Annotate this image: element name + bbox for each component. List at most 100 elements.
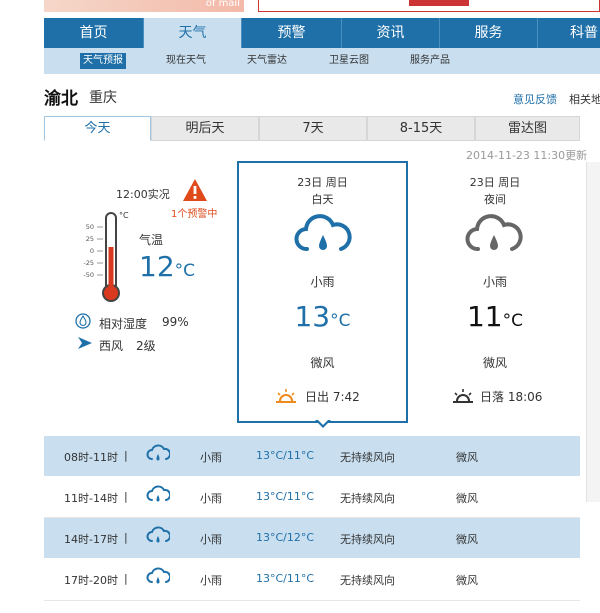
cloud-rain-icon — [146, 567, 170, 584]
sunset-icon — [453, 389, 473, 403]
sunset-time: 日落 18:06 — [480, 390, 543, 404]
ad-text: of mail — [205, 0, 240, 9]
hourly-row: 11时-14时 | 小雨 13°C/11°C 无持续风向 微风 — [44, 477, 580, 517]
humidity-value: 99% — [162, 315, 189, 329]
hourly-wind-level: 微风 — [456, 451, 478, 464]
hourly-separator: | — [124, 572, 128, 585]
hourly-time: 17时-20时 — [64, 574, 118, 587]
night-part-label: 夜间 — [484, 193, 506, 206]
hourly-condition: 小雨 — [200, 492, 222, 505]
day-condition: 小雨 — [310, 275, 335, 289]
hourly-row: 08时-11时 | 小雨 13°C/11°C 无持续风向 微风 — [44, 436, 580, 476]
sunrise-time: 日出 7:42 — [305, 390, 360, 404]
tab-radar[interactable]: 雷达图 — [475, 116, 580, 141]
current-temp-unit: °C — [174, 261, 196, 281]
subnav-item-radar[interactable]: 天气雷达 — [247, 53, 287, 69]
tab-next-two-days[interactable]: 明后天 — [151, 116, 259, 141]
thermometer-icon: °C 50 25 0 -25 -50 — [83, 211, 129, 302]
hourly-wind-direction: 无持续风向 — [340, 533, 395, 546]
warning-count[interactable]: 1个预警中 — [171, 205, 217, 220]
nav-item-science[interactable]: 科普 — [538, 18, 600, 48]
hourly-temperature: 13°C/12°C — [256, 531, 315, 544]
subnav-item-forecast[interactable]: 天气预报 — [80, 53, 126, 69]
cloud-rain-icon — [146, 526, 170, 543]
day-part-label: 白天 — [311, 193, 334, 206]
side-scroll-strip[interactable] — [586, 162, 600, 502]
cloud-rain-icon — [146, 485, 170, 502]
related-link[interactable]: 相关地 — [569, 91, 600, 107]
ad-banner-right[interactable] — [258, 0, 600, 12]
hourly-time: 14时-17时 — [64, 533, 118, 546]
nav-item-weather[interactable]: 天气 — [144, 18, 242, 48]
wind-direction-icon — [78, 337, 92, 349]
hourly-temperature: 13°C/11°C — [256, 490, 315, 503]
hourly-condition: 小雨 — [200, 533, 222, 546]
hourly-separator: | — [124, 531, 128, 544]
hourly-time: 11时-14时 — [64, 492, 118, 505]
nav-item-warnings[interactable]: 预警 — [242, 18, 342, 48]
thermo-tick: 0 — [90, 247, 94, 255]
humidity-icon — [75, 313, 91, 329]
subnav-item-satellite[interactable]: 卫星云图 — [329, 53, 369, 69]
location-district: 渝北 — [44, 89, 78, 109]
cloud-rain-icon — [294, 214, 352, 251]
sunrise-icon — [276, 389, 296, 403]
night-date: 23日 周日 — [469, 176, 521, 189]
day-temperature: 13°C — [237, 300, 408, 333]
thermo-tick: -25 — [83, 259, 94, 267]
sub-nav: 天气预报 现在天气 天气雷达 卫星云图 服务产品 — [44, 48, 600, 74]
wind-level: 2级 — [136, 339, 156, 353]
main-nav: 首页 天气 预警 资讯 服务 科普 — [44, 18, 600, 48]
day-date: 23日 周日 — [297, 176, 348, 189]
thermo-tick: 50 — [86, 223, 94, 231]
hourly-wind-direction: 无持续风向 — [340, 451, 395, 464]
night-temp-unit: °C — [502, 311, 523, 331]
current-temperature: 12°C — [139, 250, 195, 283]
hourly-temperature: 13°C/11°C — [256, 449, 315, 462]
subnav-item-products[interactable]: 服务产品 — [410, 53, 450, 69]
update-time: 2014-11-23 11:30更新 — [466, 149, 588, 162]
warning-icon[interactable] — [182, 178, 208, 202]
subnav-item-current[interactable]: 现在天气 — [166, 53, 206, 69]
hourly-row: 14时-17时 | 小雨 13°C/12°C 无持续风向 微风 — [44, 518, 580, 558]
ad-banner-left[interactable]: of mail — [44, 0, 244, 12]
nav-item-home[interactable]: 首页 — [44, 18, 144, 48]
nav-item-services[interactable]: 服务 — [440, 18, 538, 48]
tab-8-15-days[interactable]: 8-15天 — [367, 116, 475, 141]
night-wind: 微风 — [482, 356, 507, 370]
hourly-wind-level: 微风 — [456, 492, 478, 505]
location-city: 重庆 — [89, 90, 117, 106]
hourly-row: 17时-20时 | 小雨 13°C/11°C 无持续风向 微风 — [44, 559, 580, 599]
current-temp-value: 12 — [139, 250, 175, 283]
thermo-tick: 25 — [86, 235, 94, 243]
day-temp-unit: °C — [330, 311, 351, 331]
hourly-condition: 小雨 — [200, 451, 222, 464]
wind-direction: 西风 — [99, 339, 124, 353]
night-temp-value: 11 — [466, 300, 503, 333]
night-temperature: 11°C — [410, 300, 580, 333]
cloud-rain-icon — [146, 444, 170, 461]
hourly-temperature: 13°C/11°C — [256, 572, 315, 585]
hourly-wind-direction: 无持续风向 — [340, 574, 395, 587]
hourly-condition: 小雨 — [200, 574, 222, 587]
hourly-separator: | — [124, 449, 128, 462]
observation-time: 12:00实况 — [116, 188, 170, 201]
night-condition: 小雨 — [482, 275, 507, 289]
hourly-wind-direction: 无持续风向 — [340, 492, 395, 505]
temperature-label: 气温 — [139, 233, 164, 247]
thermo-tick: -50 — [83, 271, 94, 279]
tab-today[interactable]: 今天 — [44, 116, 151, 141]
hourly-wind-level: 微风 — [456, 533, 478, 546]
forecast-tabs: 今天 明后天 7天 8-15天 雷达图 — [44, 116, 580, 141]
feedback-link[interactable]: 意见反馈 — [513, 91, 557, 107]
hourly-separator: | — [124, 490, 128, 503]
hourly-time: 08时-11时 — [64, 451, 118, 464]
nav-item-news[interactable]: 资讯 — [342, 18, 440, 48]
humidity-label: 相对湿度 — [99, 317, 148, 331]
cloud-rain-icon — [465, 214, 523, 251]
top-banner: of mail — [0, 0, 600, 18]
thermo-unit: °C — [119, 211, 129, 220]
hourly-wind-level: 微风 — [456, 574, 478, 587]
day-temp-value: 13 — [294, 300, 331, 333]
tab-7-days[interactable]: 7天 — [259, 116, 367, 141]
